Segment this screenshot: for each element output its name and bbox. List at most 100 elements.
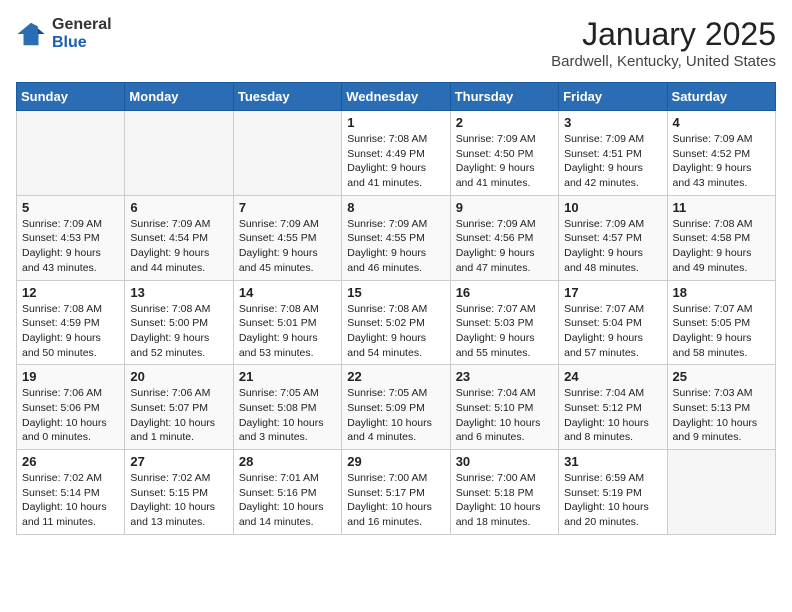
calendar-cell: 14Sunrise: 7:08 AM Sunset: 5:01 PM Dayli… bbox=[233, 280, 341, 365]
logo-general-text: General bbox=[52, 16, 112, 34]
day-info: Sunrise: 7:09 AM Sunset: 4:56 PM Dayligh… bbox=[456, 217, 553, 276]
day-number: 9 bbox=[456, 200, 553, 215]
calendar-cell: 3 Sunrise: 7:09 AM Sunset: 4:51 PM Daylig… bbox=[559, 111, 667, 196]
day-info: Sunrise: 7:02 AM Sunset: 5:15 PM Dayligh… bbox=[130, 471, 227, 530]
day-info: Sunrise: 7:05 AM Sunset: 5:09 PM Dayligh… bbox=[347, 386, 444, 445]
calendar-cell: 6 Sunrise: 7:09 AM Sunset: 4:54 PM Daylig… bbox=[125, 195, 233, 280]
day-info: Sunrise: 7:09 AM Sunset: 4:53 PM Dayligh… bbox=[22, 217, 119, 276]
day-info: Sunrise: 7:00 AM Sunset: 5:18 PM Dayligh… bbox=[456, 471, 553, 530]
calendar-cell: 2 Sunrise: 7:09 AM Sunset: 4:50 PM Daylig… bbox=[450, 111, 558, 196]
day-info: Sunrise: 7:05 AM Sunset: 5:08 PM Dayligh… bbox=[239, 386, 336, 445]
logo-icon bbox=[16, 19, 46, 49]
day-info: Sunrise: 7:07 AM Sunset: 5:05 PM Dayligh… bbox=[673, 302, 770, 361]
logo-blue-text: Blue bbox=[52, 34, 112, 52]
day-info: Sunrise: 7:09 AM Sunset: 4:54 PM Dayligh… bbox=[130, 217, 227, 276]
calendar-cell: 18 Sunrise: 7:07 AM Sunset: 5:05 PM Dayli… bbox=[667, 280, 775, 365]
day-number: 30 bbox=[456, 454, 553, 469]
calendar-week-row: 5 Sunrise: 7:09 AM Sunset: 4:53 PM Daylig… bbox=[17, 195, 776, 280]
calendar-cell: 25Sunrise: 7:03 AM Sunset: 5:13 PM Dayli… bbox=[667, 365, 775, 450]
day-number: 2 bbox=[456, 115, 553, 130]
day-info: Sunrise: 7:07 AM Sunset: 5:03 PM Dayligh… bbox=[456, 302, 553, 361]
day-number: 12 bbox=[22, 285, 119, 300]
day-info: Sunrise: 7:09 AM Sunset: 4:52 PM Dayligh… bbox=[673, 132, 770, 191]
day-number: 13 bbox=[130, 285, 227, 300]
calendar-cell: 12 Sunrise: 7:08 AM Sunset: 4:59 PM Dayli… bbox=[17, 280, 125, 365]
day-number: 29 bbox=[347, 454, 444, 469]
day-number: 28 bbox=[239, 454, 336, 469]
day-info: Sunrise: 7:09 AM Sunset: 4:50 PM Dayligh… bbox=[456, 132, 553, 191]
calendar-cell: 28 Sunrise: 7:01 AM Sunset: 5:16 PM Dayli… bbox=[233, 450, 341, 535]
day-info: Sunrise: 7:06 AM Sunset: 5:07 PM Dayligh… bbox=[130, 386, 227, 445]
title-block: January 2025 Bardwell, Kentucky, United … bbox=[551, 16, 776, 70]
day-info: Sunrise: 7:04 AM Sunset: 5:10 PM Dayligh… bbox=[456, 386, 553, 445]
day-info: Sunrise: 7:00 AM Sunset: 5:17 PM Dayligh… bbox=[347, 471, 444, 530]
page-header: General Blue January 2025 Bardwell, Kent… bbox=[16, 16, 776, 70]
day-number: 4 bbox=[673, 115, 770, 130]
calendar-cell: 23 Sunrise: 7:04 AM Sunset: 5:10 PM Dayli… bbox=[450, 365, 558, 450]
calendar-cell: 16Sunrise: 7:07 AM Sunset: 5:03 PM Dayli… bbox=[450, 280, 558, 365]
calendar-cell bbox=[125, 111, 233, 196]
calendar-cell: 20Sunrise: 7:06 AM Sunset: 5:07 PM Dayli… bbox=[125, 365, 233, 450]
day-info: Sunrise: 7:07 AM Sunset: 5:04 PM Dayligh… bbox=[564, 302, 661, 361]
calendar-cell: 27Sunrise: 7:02 AM Sunset: 5:15 PM Dayli… bbox=[125, 450, 233, 535]
day-number: 24 bbox=[564, 369, 661, 384]
calendar-cell bbox=[667, 450, 775, 535]
day-number: 23 bbox=[456, 369, 553, 384]
calendar-cell: 10 Sunrise: 7:09 AM Sunset: 4:57 PM Dayli… bbox=[559, 195, 667, 280]
calendar-cell: 19 Sunrise: 7:06 AM Sunset: 5:06 PM Dayli… bbox=[17, 365, 125, 450]
calendar-header-row: SundayMondayTuesdayWednesdayThursdayFrid… bbox=[17, 83, 776, 111]
day-number: 1 bbox=[347, 115, 444, 130]
calendar-cell: 21Sunrise: 7:05 AM Sunset: 5:08 PM Dayli… bbox=[233, 365, 341, 450]
day-info: Sunrise: 7:08 AM Sunset: 4:59 PM Dayligh… bbox=[22, 302, 119, 361]
location-text: Bardwell, Kentucky, United States bbox=[551, 53, 776, 70]
day-info: Sunrise: 7:09 AM Sunset: 4:57 PM Dayligh… bbox=[564, 217, 661, 276]
logo: General Blue bbox=[16, 16, 112, 51]
calendar-cell: 5 Sunrise: 7:09 AM Sunset: 4:53 PM Daylig… bbox=[17, 195, 125, 280]
day-number: 17 bbox=[564, 285, 661, 300]
calendar-week-row: 26 Sunrise: 7:02 AM Sunset: 5:14 PM Dayli… bbox=[17, 450, 776, 535]
col-header-thursday: Thursday bbox=[450, 83, 558, 111]
day-number: 5 bbox=[22, 200, 119, 215]
day-info: Sunrise: 7:08 AM Sunset: 5:00 PM Dayligh… bbox=[130, 302, 227, 361]
day-number: 18 bbox=[673, 285, 770, 300]
calendar-cell: 31Sunrise: 6:59 AM Sunset: 5:19 PM Dayli… bbox=[559, 450, 667, 535]
day-info: Sunrise: 7:04 AM Sunset: 5:12 PM Dayligh… bbox=[564, 386, 661, 445]
day-number: 22 bbox=[347, 369, 444, 384]
day-number: 11 bbox=[673, 200, 770, 215]
calendar-cell bbox=[233, 111, 341, 196]
calendar-week-row: 12 Sunrise: 7:08 AM Sunset: 4:59 PM Dayli… bbox=[17, 280, 776, 365]
month-title: January 2025 bbox=[551, 16, 776, 53]
col-header-wednesday: Wednesday bbox=[342, 83, 450, 111]
calendar-cell: 4 Sunrise: 7:09 AM Sunset: 4:52 PM Daylig… bbox=[667, 111, 775, 196]
day-info: Sunrise: 6:59 AM Sunset: 5:19 PM Dayligh… bbox=[564, 471, 661, 530]
calendar-cell: 24 Sunrise: 7:04 AM Sunset: 5:12 PM Dayli… bbox=[559, 365, 667, 450]
day-info: Sunrise: 7:08 AM Sunset: 4:49 PM Dayligh… bbox=[347, 132, 444, 191]
day-number: 10 bbox=[564, 200, 661, 215]
calendar-cell: 7Sunrise: 7:09 AM Sunset: 4:55 PM Daylig… bbox=[233, 195, 341, 280]
col-header-saturday: Saturday bbox=[667, 83, 775, 111]
calendar-cell: 13 Sunrise: 7:08 AM Sunset: 5:00 PM Dayli… bbox=[125, 280, 233, 365]
col-header-friday: Friday bbox=[559, 83, 667, 111]
day-number: 26 bbox=[22, 454, 119, 469]
calendar-cell: 8Sunrise: 7:09 AM Sunset: 4:55 PM Daylig… bbox=[342, 195, 450, 280]
day-info: Sunrise: 7:08 AM Sunset: 5:01 PM Dayligh… bbox=[239, 302, 336, 361]
calendar-cell: 26 Sunrise: 7:02 AM Sunset: 5:14 PM Dayli… bbox=[17, 450, 125, 535]
calendar-table: SundayMondayTuesdayWednesdayThursdayFrid… bbox=[16, 82, 776, 535]
day-number: 6 bbox=[130, 200, 227, 215]
day-number: 25 bbox=[673, 369, 770, 384]
day-number: 19 bbox=[22, 369, 119, 384]
calendar-cell: 22 Sunrise: 7:05 AM Sunset: 5:09 PM Dayli… bbox=[342, 365, 450, 450]
calendar-cell: 30 Sunrise: 7:00 AM Sunset: 5:18 PM Dayli… bbox=[450, 450, 558, 535]
day-info: Sunrise: 7:06 AM Sunset: 5:06 PM Dayligh… bbox=[22, 386, 119, 445]
calendar-cell: 29 Sunrise: 7:00 AM Sunset: 5:17 PM Dayli… bbox=[342, 450, 450, 535]
day-number: 15 bbox=[347, 285, 444, 300]
day-info: Sunrise: 7:02 AM Sunset: 5:14 PM Dayligh… bbox=[22, 471, 119, 530]
calendar-cell: 17 Sunrise: 7:07 AM Sunset: 5:04 PM Dayli… bbox=[559, 280, 667, 365]
col-header-monday: Monday bbox=[125, 83, 233, 111]
calendar-cell: 11Sunrise: 7:08 AM Sunset: 4:58 PM Dayli… bbox=[667, 195, 775, 280]
day-number: 3 bbox=[564, 115, 661, 130]
day-info: Sunrise: 7:01 AM Sunset: 5:16 PM Dayligh… bbox=[239, 471, 336, 530]
calendar-cell: 15Sunrise: 7:08 AM Sunset: 5:02 PM Dayli… bbox=[342, 280, 450, 365]
day-info: Sunrise: 7:09 AM Sunset: 4:51 PM Dayligh… bbox=[564, 132, 661, 191]
col-header-tuesday: Tuesday bbox=[233, 83, 341, 111]
